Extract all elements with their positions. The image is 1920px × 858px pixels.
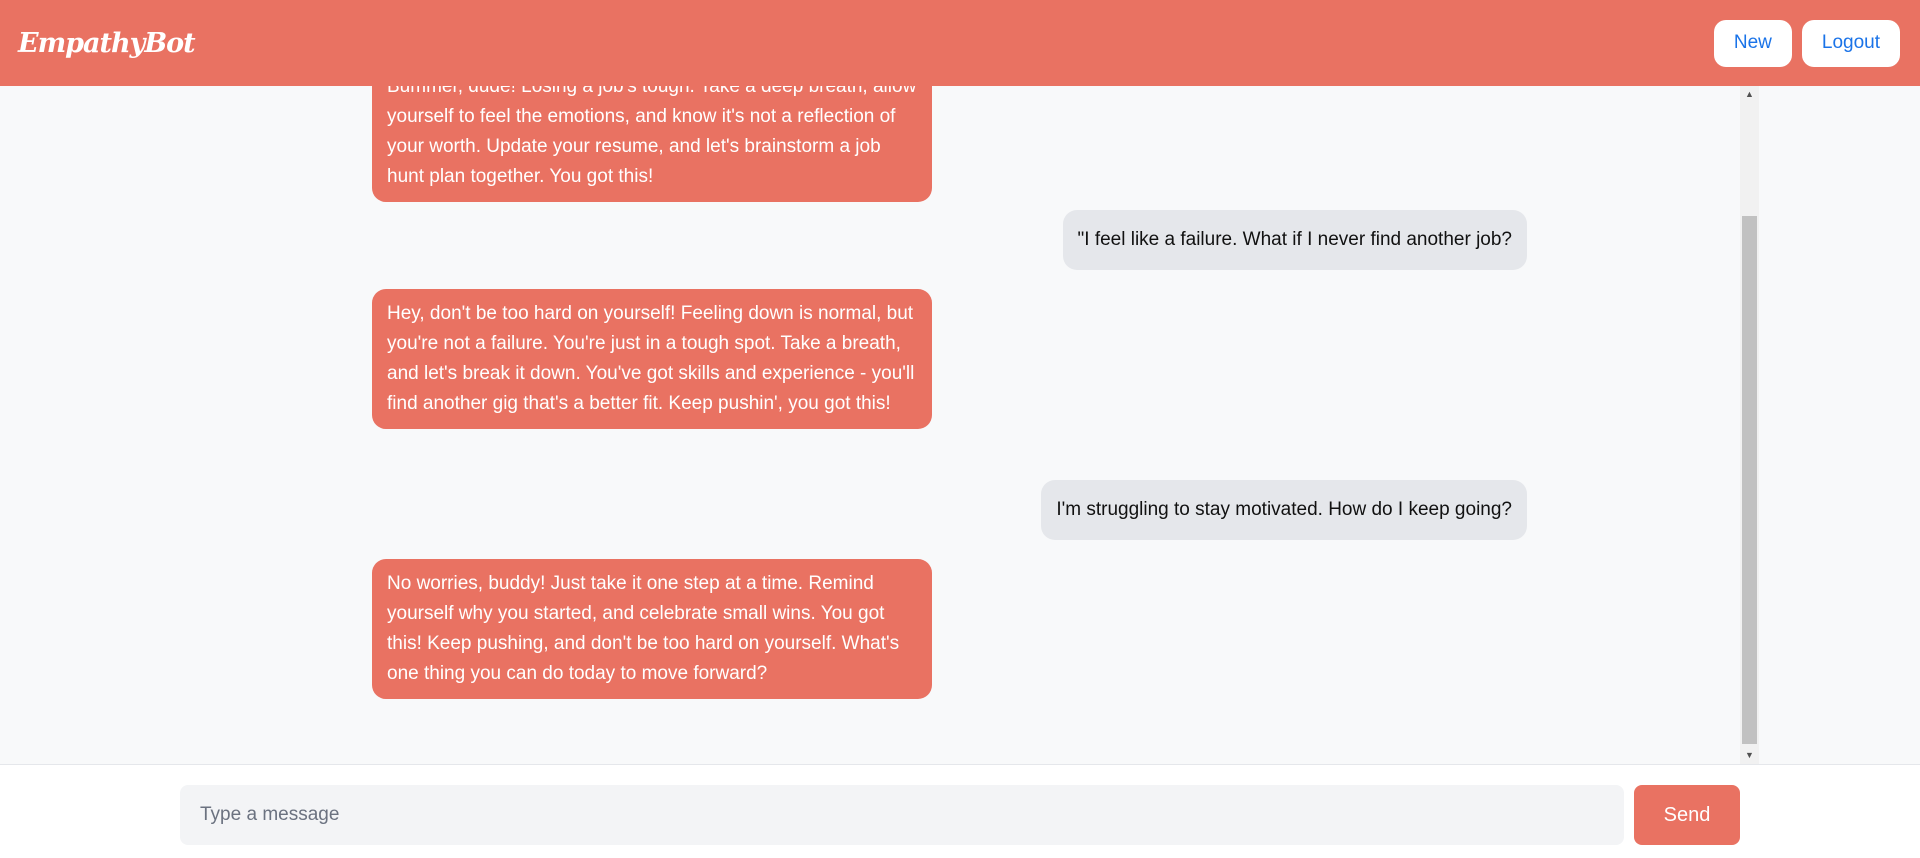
scrollbar-thumb[interactable] [1742, 216, 1757, 744]
bot-message: Hey, don't be too hard on yourself! Feel… [372, 289, 932, 429]
message-input[interactable] [180, 785, 1624, 845]
bot-message: Bummer, dude! Losing a job's tough. Take… [372, 86, 932, 202]
header-actions: New Logout [1713, 19, 1900, 67]
composer-bar: Send [0, 764, 1920, 858]
new-chat-button[interactable]: New [1713, 19, 1792, 67]
chat-scrollbar[interactable]: ▲ ▼ [1740, 86, 1759, 764]
send-button[interactable]: Send [1634, 785, 1740, 845]
bot-message: No worries, buddy! Just take it one step… [372, 559, 932, 699]
chat-scroll-area[interactable]: Bummer, dude! Losing a job's tough. Take… [0, 86, 1920, 764]
user-message: I'm struggling to stay motivated. How do… [1041, 480, 1527, 540]
scroll-up-arrow-icon[interactable]: ▲ [1740, 86, 1759, 103]
logout-button[interactable]: Logout [1801, 19, 1900, 67]
app-logo: EmpathyBot [18, 27, 196, 59]
user-message: "I feel like a failure. What if I never … [1062, 210, 1527, 270]
app-header: EmpathyBot New Logout [0, 0, 1920, 86]
scroll-down-arrow-icon[interactable]: ▼ [1740, 747, 1759, 764]
